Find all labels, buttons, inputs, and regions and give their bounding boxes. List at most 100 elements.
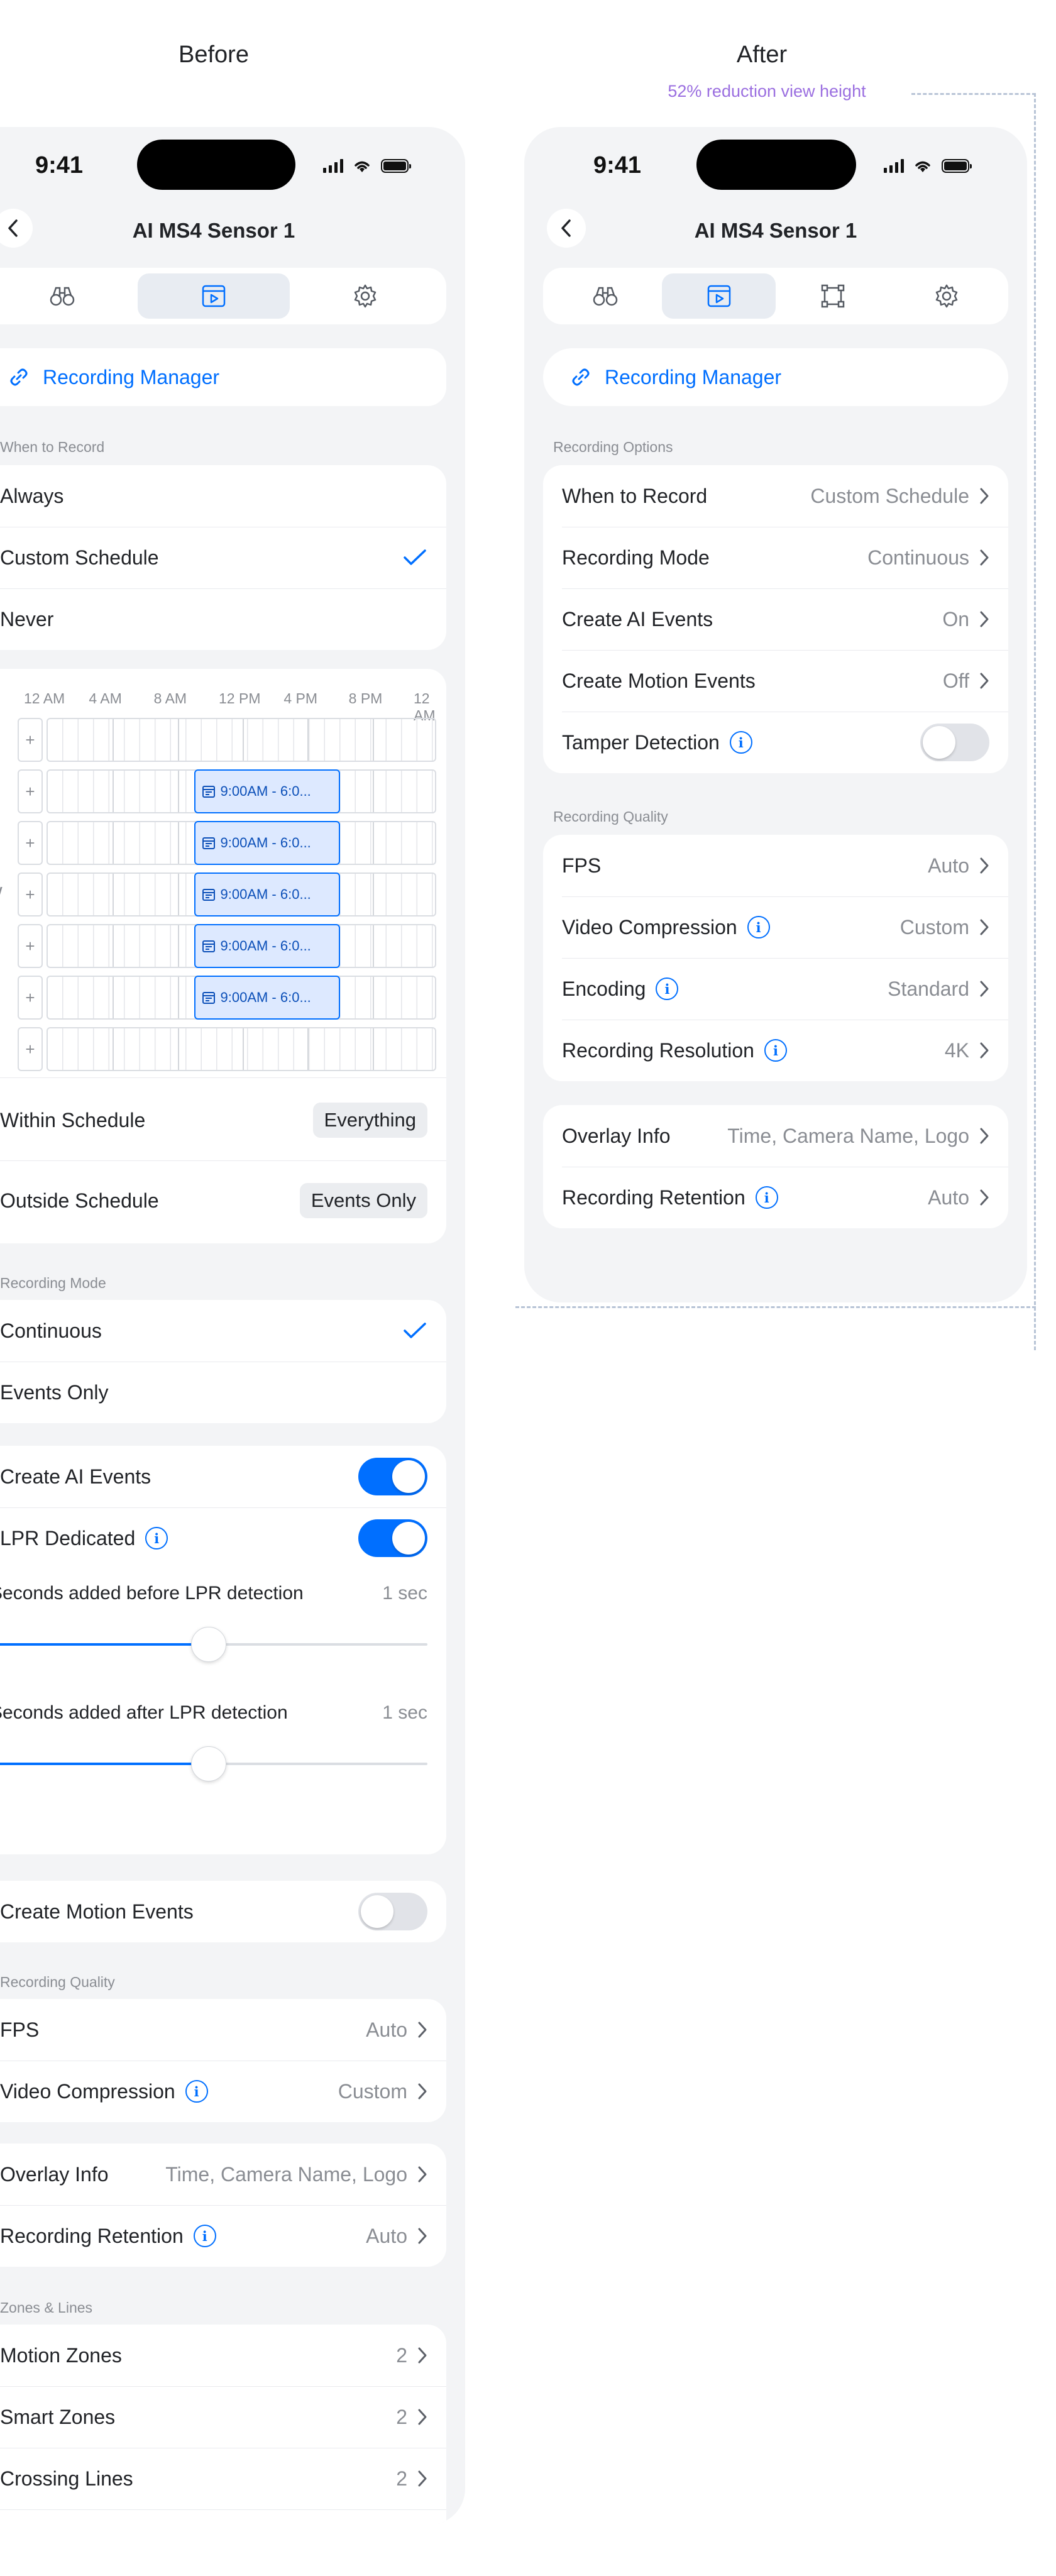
outside-schedule-value[interactable]: Events Only bbox=[299, 1183, 427, 1218]
lpr-after-thumb[interactable] bbox=[191, 1746, 226, 1781]
within-schedule-label: Within Schedule bbox=[0, 1108, 146, 1131]
info-icon[interactable]: i bbox=[764, 1039, 787, 1062]
info-icon[interactable]: i bbox=[656, 977, 679, 1000]
option-never[interactable]: Never bbox=[0, 588, 446, 650]
list-row[interactable]: Recording Resolution i 4K bbox=[543, 1020, 1008, 1081]
info-icon[interactable]: i bbox=[747, 916, 770, 938]
wifi-icon bbox=[915, 161, 930, 172]
info-icon[interactable]: i bbox=[185, 2080, 208, 2103]
option-custom-schedule[interactable]: Custom Schedule bbox=[0, 527, 446, 588]
option-always[interactable]: Always bbox=[0, 465, 446, 527]
add-schedule-button[interactable]: + bbox=[18, 924, 43, 968]
list-row[interactable]: Create AI Events On bbox=[543, 588, 1008, 650]
day-timeline[interactable]: 9:00AM - 6:0... bbox=[47, 872, 436, 916]
tab-recording[interactable] bbox=[138, 273, 290, 319]
schedule-block[interactable]: 9:00AM - 6:0... bbox=[194, 872, 340, 916]
option-label: Events Only bbox=[0, 1380, 109, 1404]
day-label: T bbox=[0, 935, 6, 956]
add-schedule-button[interactable]: + bbox=[18, 976, 43, 1020]
row-label: Create Motion Events bbox=[562, 669, 756, 692]
list-row[interactable]: Recording Mode Continuous bbox=[543, 527, 1008, 588]
list-row[interactable]: Recording Retention i Auto bbox=[543, 1167, 1008, 1228]
hour-tick-label: 8 AM bbox=[153, 690, 187, 707]
list-row[interactable]: Encoding i Standard bbox=[543, 958, 1008, 1020]
list-row[interactable]: Overlay Info Time, Camera Name, Logo bbox=[543, 1105, 1008, 1167]
chevron-right-icon bbox=[418, 2083, 427, 2100]
create-ai-events-toggle[interactable] bbox=[358, 1458, 427, 1495]
list-row[interactable]: Create Motion Events Off bbox=[543, 650, 1008, 712]
list-row[interactable]: Motion Zones 2 bbox=[0, 2325, 446, 2386]
list-row[interactable]: FPS Auto bbox=[0, 1999, 446, 2061]
hour-tick-label: 12 PM bbox=[219, 690, 261, 707]
row-label: Create AI Events bbox=[562, 607, 713, 630]
schedule-block-label: 9:00AM - 6:0... bbox=[220, 938, 311, 954]
day-label: T bbox=[0, 832, 6, 853]
lpr-before-thumb[interactable] bbox=[191, 1627, 226, 1662]
slider-fill bbox=[0, 1763, 209, 1765]
row-label: Recording Resolution bbox=[562, 1038, 754, 1062]
schedule-block[interactable]: 9:00AM - 6:0... bbox=[194, 976, 340, 1020]
tab-settings[interactable] bbox=[290, 273, 441, 319]
day-timeline[interactable] bbox=[47, 1027, 436, 1071]
chevron-right-icon bbox=[418, 2166, 427, 2182]
tab-detections[interactable] bbox=[548, 273, 662, 319]
outside-schedule-row[interactable]: Outside Schedule Events Only bbox=[0, 1162, 446, 1240]
info-icon[interactable]: i bbox=[755, 1186, 778, 1209]
within-schedule-value[interactable]: Everything bbox=[312, 1103, 427, 1138]
option-label: Continuous bbox=[0, 1319, 102, 1342]
binoculars-icon bbox=[50, 287, 74, 306]
within-schedule-row[interactable]: Within Schedule Everything bbox=[0, 1080, 446, 1160]
info-icon[interactable]: i bbox=[729, 731, 752, 754]
tamper-detection-toggle[interactable] bbox=[920, 724, 989, 761]
add-schedule-button[interactable]: + bbox=[18, 1027, 43, 1071]
list-row[interactable]: Video Compression i Custom bbox=[0, 2061, 446, 2122]
after-heading: After bbox=[736, 41, 788, 68]
lpr-dedicated-toggle[interactable] bbox=[358, 1519, 427, 1557]
list-row[interactable]: Smart Zones 2 bbox=[0, 2386, 446, 2448]
create-motion-events-toggle[interactable] bbox=[358, 1893, 427, 1930]
list-row[interactable]: Overlay Info Time, Camera Name, Logo bbox=[0, 2144, 446, 2205]
tab-detections[interactable] bbox=[0, 273, 138, 319]
add-schedule-button[interactable]: + bbox=[18, 821, 43, 865]
recording-manager-link[interactable]: Recording Manager bbox=[0, 348, 446, 406]
tab-bar bbox=[543, 268, 1008, 324]
calendar-icon bbox=[202, 889, 215, 901]
row-label: Smart Zones bbox=[0, 2405, 116, 2428]
schedule-block[interactable]: 9:00AM - 6:0... bbox=[194, 924, 340, 968]
list-row[interactable]: Recording Retention i Auto bbox=[0, 2205, 446, 2267]
schedule-block[interactable]: 9:00AM - 6:0... bbox=[194, 821, 340, 865]
option-events-only[interactable]: Events Only bbox=[0, 1362, 446, 1423]
list-row[interactable]: Privacy Blackouts1 bbox=[0, 2509, 446, 2525]
reduction-note: 52% reduction view height bbox=[668, 82, 866, 101]
day-timeline[interactable]: 9:00AM - 6:0... bbox=[47, 821, 436, 865]
option-continuous[interactable]: Continuous bbox=[0, 1300, 446, 1362]
day-label: S bbox=[0, 729, 6, 750]
recording-manager-link[interactable]: Recording Manager bbox=[543, 348, 1008, 406]
tab-zones[interactable] bbox=[776, 273, 889, 319]
schedule-block[interactable]: 9:00AM - 6:0... bbox=[194, 769, 340, 813]
dashed-guide-top bbox=[911, 93, 1036, 95]
list-row[interactable]: When to Record Custom Schedule bbox=[543, 465, 1008, 527]
chevron-right-icon bbox=[980, 549, 989, 566]
tab-recording[interactable] bbox=[662, 273, 776, 319]
add-schedule-button[interactable]: + bbox=[18, 769, 43, 813]
lpr-before-label: Seconds added before LPR detection bbox=[0, 1583, 304, 1604]
hour-tick-label: 4 AM bbox=[89, 690, 122, 707]
recording-quality-heading: Recording Quality bbox=[0, 1974, 115, 1990]
day-timeline[interactable]: 9:00AM - 6:0... bbox=[47, 976, 436, 1020]
list-row[interactable]: Video Compression i Custom bbox=[543, 896, 1008, 958]
day-timeline[interactable]: 9:00AM - 6:0... bbox=[47, 769, 436, 813]
list-row[interactable]: FPS Auto bbox=[543, 835, 1008, 896]
info-icon[interactable]: i bbox=[193, 2225, 216, 2247]
option-label: Always bbox=[0, 484, 64, 507]
info-icon[interactable]: i bbox=[145, 1527, 168, 1549]
schedule-block-label: 9:00AM - 6:0... bbox=[220, 783, 311, 799]
recording-icon bbox=[202, 285, 226, 307]
tab-settings[interactable] bbox=[889, 273, 1003, 319]
day-timeline[interactable] bbox=[47, 718, 436, 762]
status-icons bbox=[884, 158, 972, 173]
add-schedule-button[interactable]: + bbox=[18, 718, 43, 762]
add-schedule-button[interactable]: + bbox=[18, 872, 43, 916]
list-row[interactable]: Crossing Lines 2 bbox=[0, 2448, 446, 2509]
day-timeline[interactable]: 9:00AM - 6:0... bbox=[47, 924, 436, 968]
